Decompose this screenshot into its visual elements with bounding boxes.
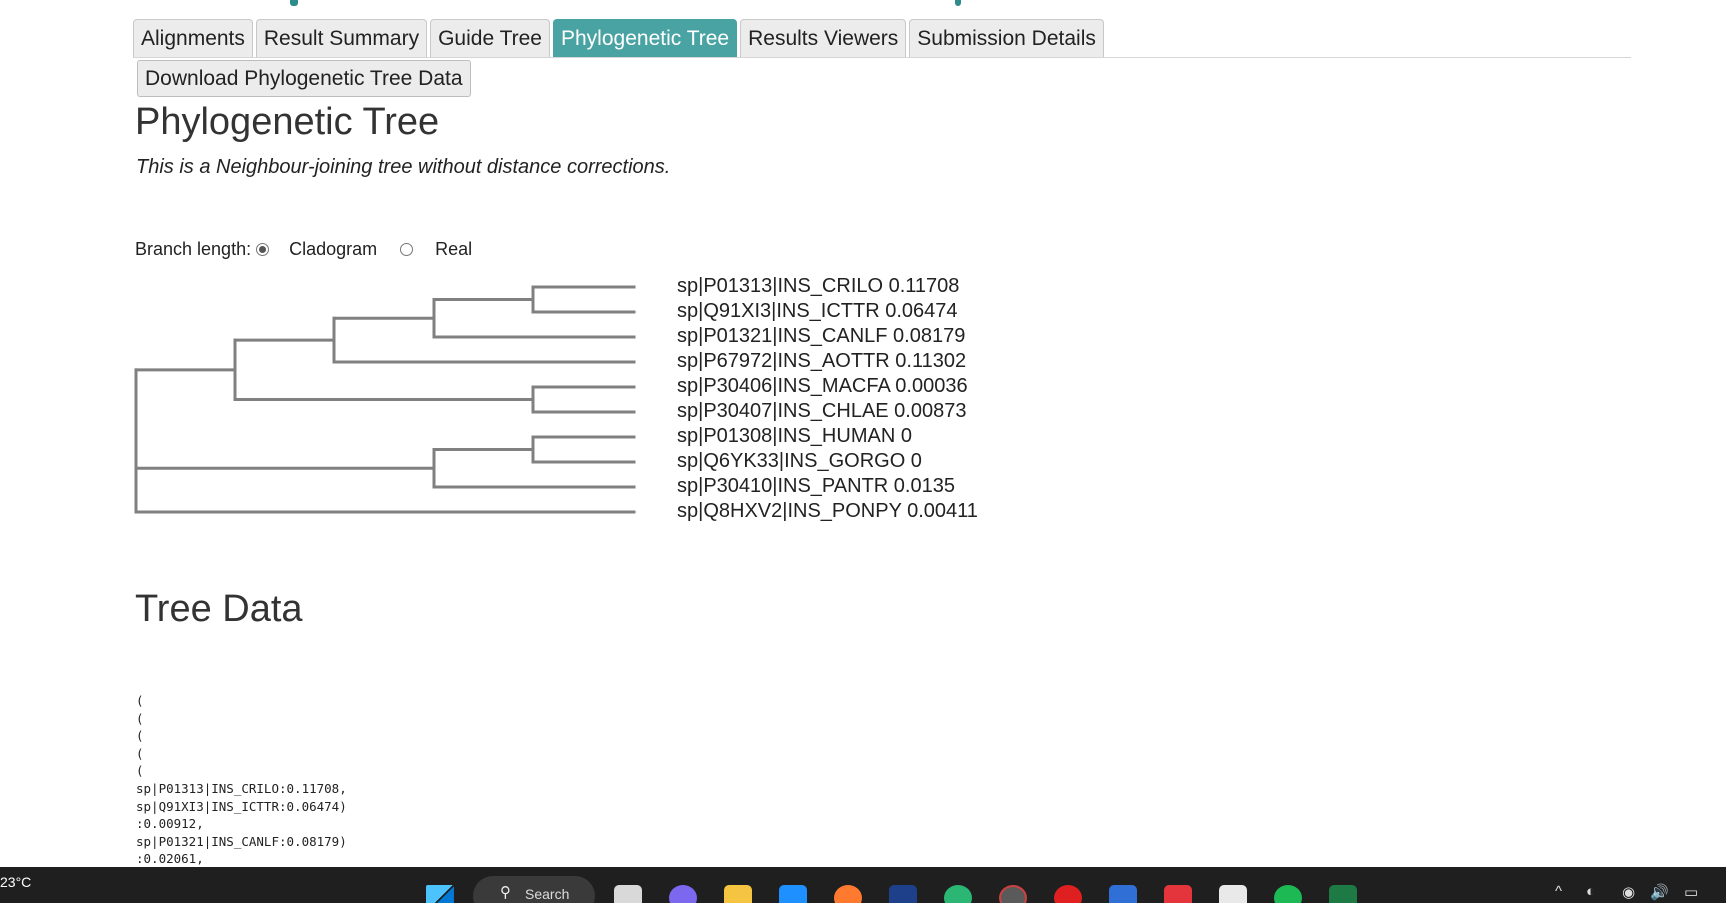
leaf-label: sp|Q6YK33|INS_GORGO 0 [677, 450, 922, 472]
leaf-label: sp|Q91XI3|INS_ICTTR 0.06474 [677, 300, 958, 322]
task-view-icon[interactable] [614, 885, 642, 903]
file-explorer-icon[interactable] [724, 885, 752, 903]
newick-line: sp|P01313|INS_CRILO:0.11708, [136, 780, 347, 796]
mail-icon[interactable] [779, 885, 807, 903]
tab-results-viewers[interactable]: Results Viewers [740, 19, 907, 57]
b-app-icon[interactable] [889, 885, 917, 903]
windows-start-icon[interactable] [426, 885, 454, 903]
newick-line: sp|P01321|INS_CANLF:0.08179) [136, 833, 347, 849]
search-icon: ⚲ [500, 884, 511, 901]
newick-line: :0.02061, [136, 851, 204, 867]
header-fragment [955, 0, 961, 6]
leaf-label: sp|P30407|INS_CHLAE 0.00873 [677, 400, 967, 422]
snipping-tool-icon[interactable] [1219, 885, 1247, 903]
tree-data-title: Tree Data [135, 588, 303, 630]
tray-overflow-icon[interactable]: ^ [1555, 883, 1562, 900]
newick-line: :0.00912, [136, 816, 204, 832]
media-player-icon[interactable] [999, 885, 1027, 903]
volume-icon[interactable]: 🔊 [1650, 883, 1669, 901]
leaf-label: sp|P67972|INS_AOTTR 0.11302 [677, 350, 967, 372]
tab-submission-details[interactable]: Submission Details [909, 19, 1104, 57]
newick-line: ( [136, 728, 144, 744]
tree-leaf-labels: sp|P01313|INS_CRILO 0.11708 sp|Q91XI3|IN… [677, 274, 978, 524]
leaf-label: sp|Q8HXV2|INS_PONPY 0.00411 [677, 500, 978, 522]
chat-icon[interactable] [669, 885, 697, 903]
weather-widget[interactable]: 23°C [0, 874, 31, 890]
newick-line: ( [136, 693, 144, 708]
newick-line: sp|Q91XI3|INS_ICTTR:0.06474) [136, 798, 347, 814]
taskbar: 23°C ⚲ Search ^ ◐ ◉ 🔊 ▭ [0, 867, 1726, 903]
newick-line: ( [136, 763, 144, 779]
store-icon[interactable] [1109, 885, 1137, 903]
todo-icon[interactable] [1164, 885, 1192, 903]
battery-icon[interactable]: ▭ [1684, 883, 1698, 901]
page: Alignments Result Summary Guide Tree Phy… [0, 0, 1726, 867]
excel-icon[interactable] [1329, 885, 1357, 903]
leaf-label: sp|P30410|INS_PANTR 0.0135 [677, 475, 955, 497]
tray-app-icon[interactable]: ◐ [1586, 883, 1595, 900]
phylogenetic-tree [134, 285, 636, 514]
wifi-icon[interactable]: ◉ [1622, 883, 1635, 901]
newick-text: ( ( ( ( ( sp|P01313|INS_CRILO:0.11708, s… [136, 692, 347, 867]
leaf-label: sp|P01321|INS_CANLF 0.08179 [677, 325, 966, 347]
search-label: Search [525, 886, 570, 902]
newick-line: ( [136, 710, 144, 726]
newick-line: ( [136, 745, 144, 761]
edge-icon[interactable] [944, 885, 972, 903]
opera-icon[interactable] [1054, 885, 1082, 903]
taskbar-search[interactable]: ⚲ Search [473, 876, 595, 903]
firefox-icon[interactable] [834, 885, 862, 903]
leaf-label: sp|P30406|INS_MACFA 0.00036 [677, 375, 968, 397]
leaf-label: sp|P01308|INS_HUMAN 0 [677, 425, 912, 447]
spotify-icon[interactable] [1274, 885, 1302, 903]
leaf-label: sp|P01313|INS_CRILO 0.11708 [677, 275, 960, 297]
